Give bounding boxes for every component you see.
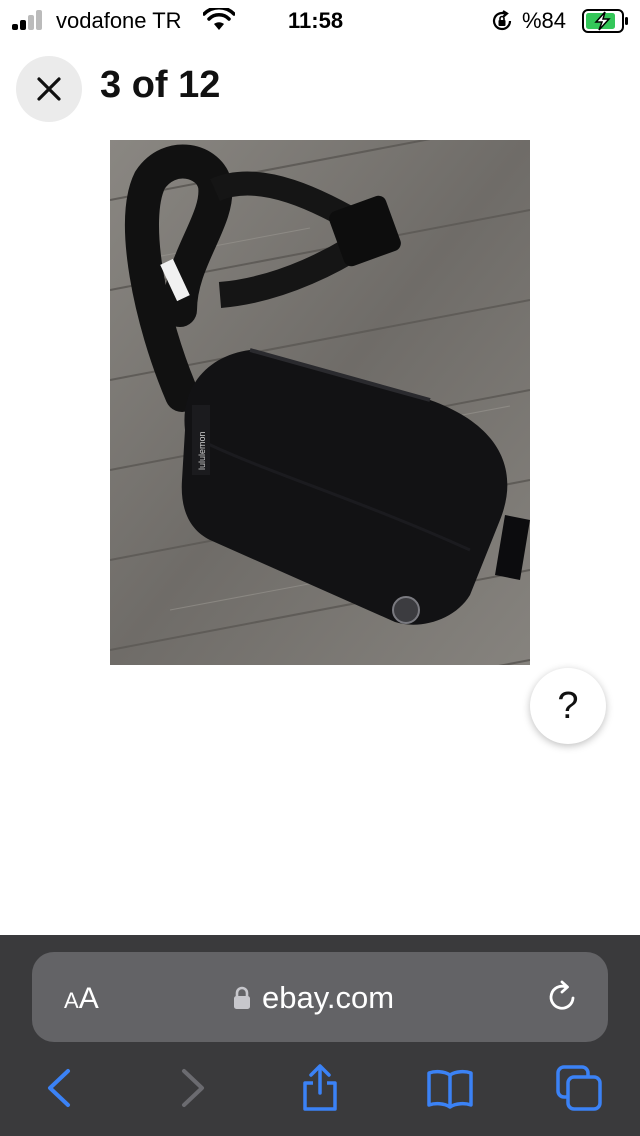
status-bar: vodafone TR 11:58 %84 — [0, 0, 640, 40]
address-bar[interactable]: AA ebay.com — [32, 952, 608, 1042]
url-text: ebay.com — [262, 980, 395, 1015]
battery-charging-icon — [582, 9, 628, 33]
product-photo[interactable]: lululemon — [110, 140, 530, 665]
forward-icon[interactable] — [166, 1063, 216, 1113]
battery-percent: %84 — [522, 8, 567, 33]
back-icon[interactable] — [36, 1063, 86, 1113]
wifi-icon — [203, 8, 235, 30]
close-icon — [37, 77, 61, 101]
image-counter-title: 3 of 12 — [100, 64, 221, 106]
carrier-label: vodafone TR — [56, 8, 182, 33]
share-icon[interactable] — [295, 1063, 345, 1113]
orientation-lock-icon — [492, 10, 512, 31]
lock-icon — [234, 986, 250, 1009]
signal-icon — [12, 10, 48, 30]
bag-illustration: lululemon — [110, 140, 530, 665]
browser-bottom-bar: AA ebay.com — [0, 935, 640, 1136]
clock: 11:58 — [288, 8, 344, 33]
close-button[interactable] — [16, 56, 82, 122]
bookmarks-icon[interactable] — [425, 1063, 475, 1113]
browser-toolbar — [0, 1055, 640, 1125]
url-display[interactable]: ebay.com — [232, 978, 394, 1018]
help-button[interactable]: ? — [530, 668, 606, 744]
text-size-button[interactable]: AA — [64, 982, 99, 1016]
reload-icon[interactable] — [546, 980, 580, 1014]
brand-label: lululemon — [197, 431, 207, 470]
tabs-icon[interactable] — [554, 1063, 604, 1113]
